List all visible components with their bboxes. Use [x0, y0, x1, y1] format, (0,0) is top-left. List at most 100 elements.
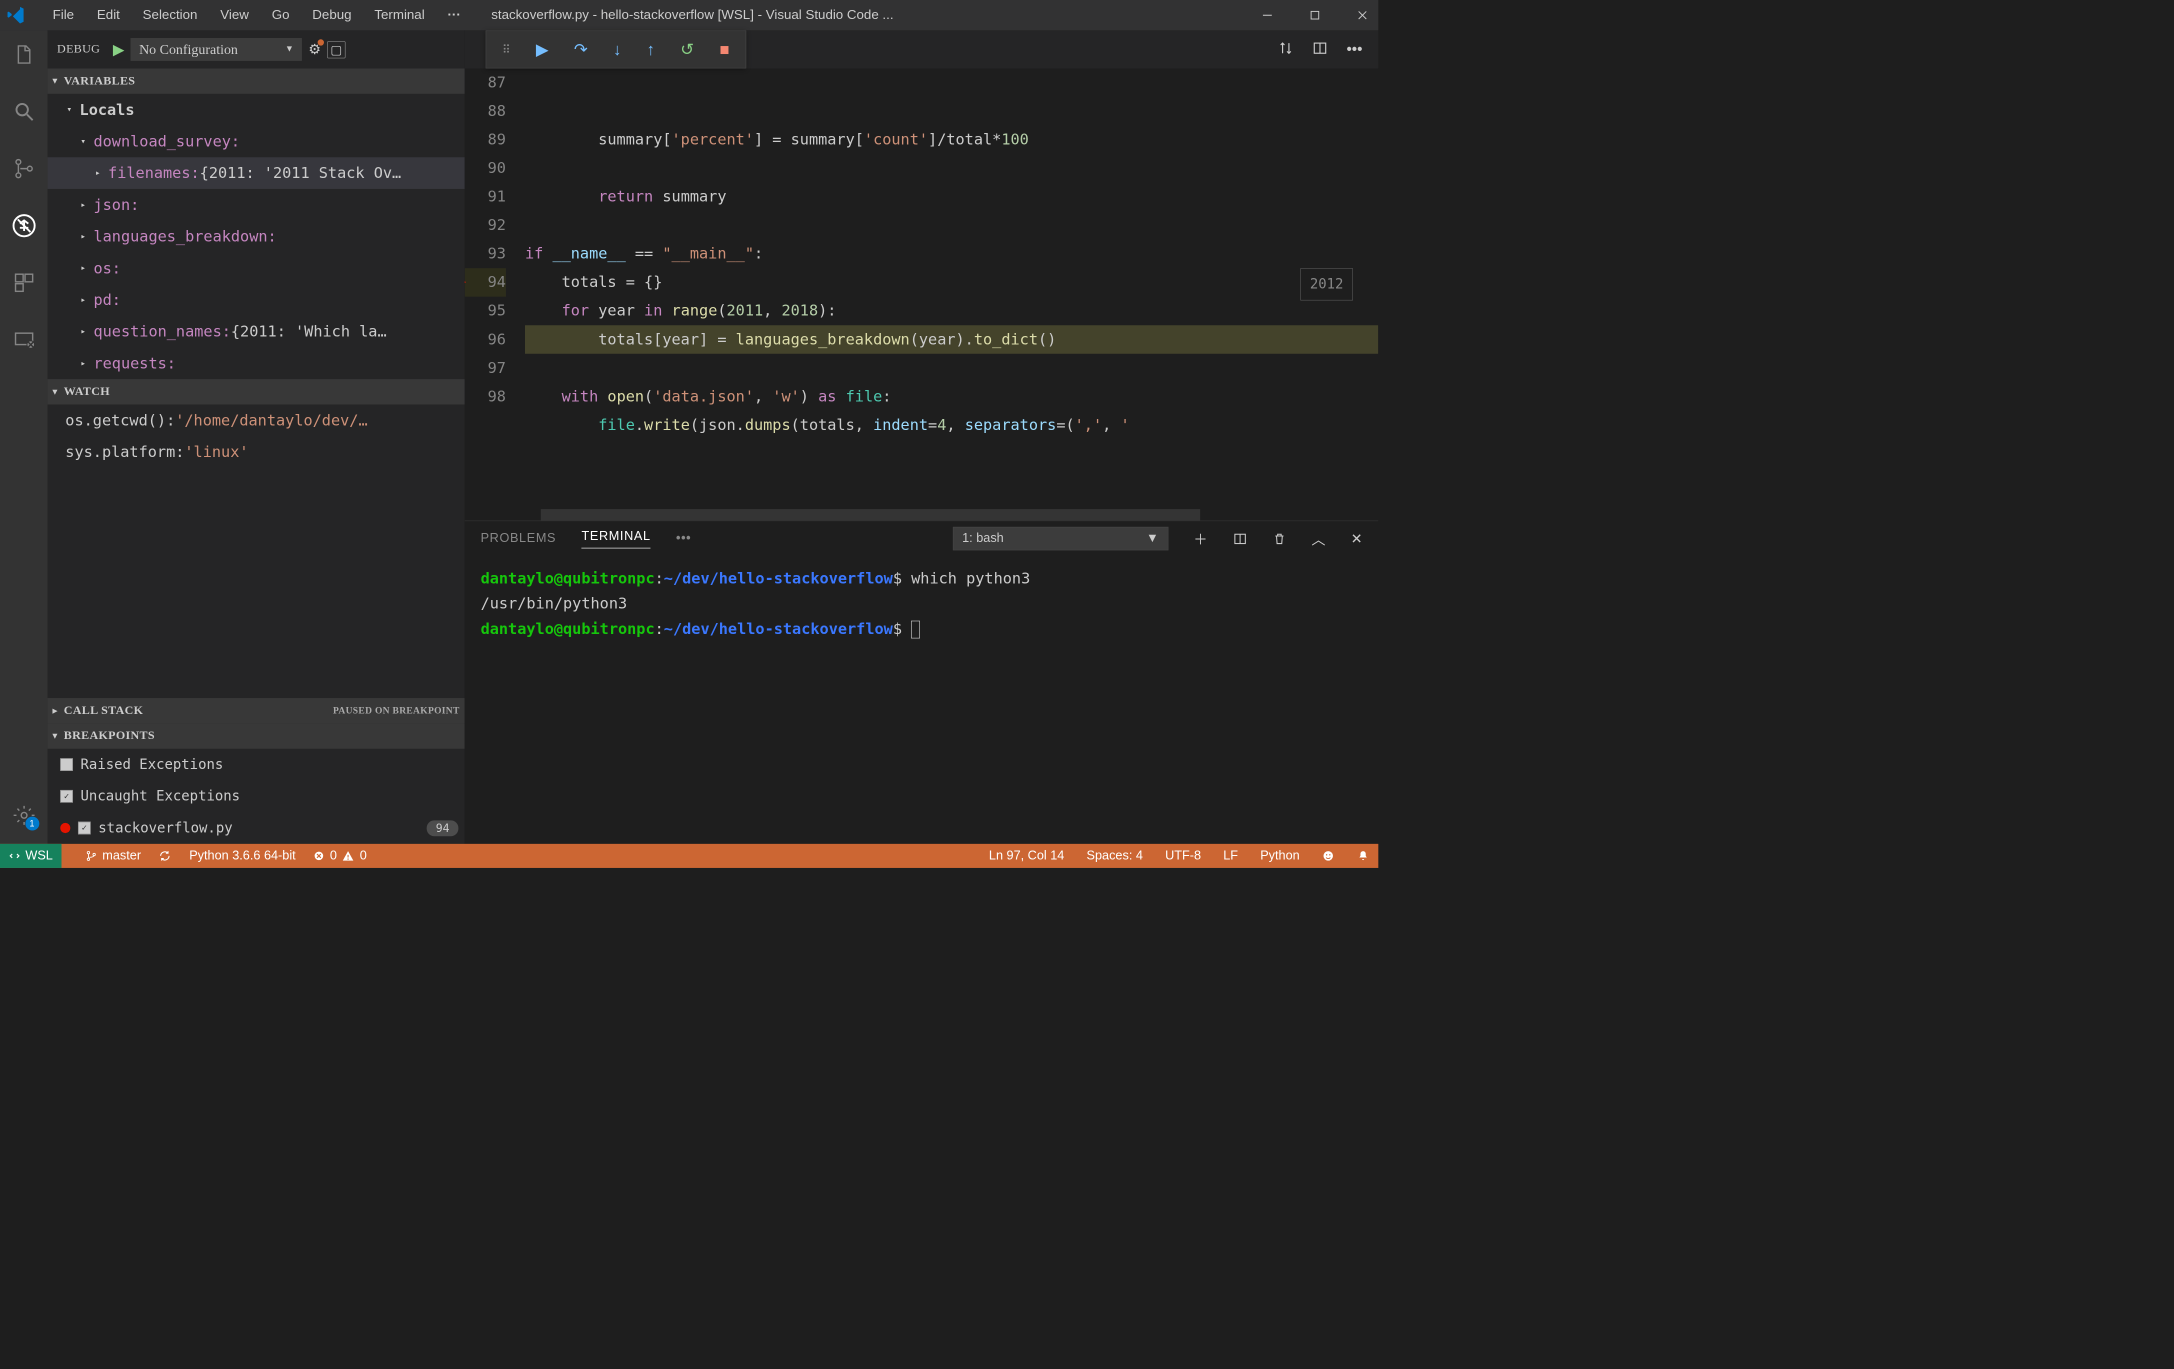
debug-config-select[interactable]: No Configuration ▼	[131, 38, 302, 61]
variable-row[interactable]: ▸requests:	[48, 347, 465, 379]
breakpoint-row[interactable]: Raised Exceptions	[48, 749, 465, 781]
breakpoints-section-header[interactable]: ▾BREAKPOINTS	[48, 723, 465, 748]
restart-icon[interactable]: ↺	[680, 40, 694, 60]
vscode-logo-icon	[6, 6, 25, 25]
sync-status-icon[interactable]	[159, 850, 172, 863]
settings-badge: 1	[25, 817, 39, 831]
indentation-status[interactable]: Spaces: 4	[1087, 849, 1143, 864]
debug-console-icon[interactable]: ▢	[327, 41, 345, 58]
watch-label: WATCH	[64, 385, 110, 399]
panel-tab-overflow-icon[interactable]: •••	[676, 531, 691, 546]
menu-file[interactable]: File	[41, 5, 85, 25]
git-branch-label: master	[102, 849, 141, 864]
git-branch-status[interactable]: master	[86, 849, 141, 864]
step-out-icon[interactable]: ↑	[647, 40, 655, 60]
debug-label: DEBUG	[57, 42, 100, 56]
debug-header: DEBUG ▶ No Configuration ▼ ⚙ ▢	[48, 30, 465, 68]
remote-wsl-status[interactable]: WSL	[0, 844, 62, 868]
editor-more-icon[interactable]: •••	[1346, 41, 1362, 59]
breakpoint-checkbox[interactable]	[60, 758, 73, 771]
editor-actions: •••	[1278, 41, 1378, 59]
terminal-select[interactable]: 1: bash▼	[953, 527, 1169, 550]
panel-tab-problems[interactable]: PROBLEMS	[481, 531, 557, 546]
menu-debug[interactable]: Debug	[301, 5, 363, 25]
kill-terminal-icon[interactable]	[1272, 532, 1286, 546]
terminal-content[interactable]: dantaylo@qubitronpc:~/dev/hello-stackove…	[465, 556, 1379, 844]
activity-bar: 1	[0, 30, 48, 843]
variables-label: VARIABLES	[64, 74, 136, 88]
panel-tab-terminal[interactable]: TERMINAL	[581, 529, 650, 548]
notifications-bell-icon[interactable]	[1357, 850, 1370, 863]
menu-selection[interactable]: Selection	[131, 5, 209, 25]
start-debugging-icon[interactable]: ▶	[113, 40, 125, 58]
callstack-section-header[interactable]: ▸CALL STACKPAUSED ON BREAKPOINT	[48, 698, 465, 723]
breakpoint-checkbox[interactable]	[60, 790, 73, 803]
search-icon[interactable]	[11, 99, 36, 124]
menu-overflow-icon[interactable]: ···	[436, 5, 472, 25]
window-title: stackoverflow.py - hello-stackoverflow […	[491, 8, 1258, 23]
variable-row[interactable]: ▾download_survey:	[48, 126, 465, 158]
maximize-panel-icon[interactable]: ︿	[1311, 528, 1325, 548]
watch-expression[interactable]: sys.platform: 'linux'	[48, 436, 465, 468]
encoding-status[interactable]: UTF-8	[1165, 849, 1201, 864]
problems-status[interactable]: 0 0	[313, 849, 366, 864]
breakpoint-dot-icon	[60, 823, 70, 833]
terminal-select-value: 1: bash	[962, 531, 1004, 546]
debug-toolbar[interactable]: ⠿ ▶ ↷ ↓ ↑ ↺ ■	[486, 30, 746, 68]
variable-row[interactable]: ▸question_names: {2011: 'Which la…	[48, 316, 465, 348]
variable-row[interactable]: ▸os:	[48, 252, 465, 284]
editor[interactable]: 878889909192939495969798 summary['percen…	[465, 68, 1379, 520]
variable-row[interactable]: ▸filenames: {2011: '2011 Stack Ov…	[48, 157, 465, 189]
editor-group: ⠿ ▶ ↷ ↓ ↑ ↺ ■ py ✕ •••	[465, 30, 1379, 843]
toolbar-grip-icon[interactable]: ⠿	[502, 43, 510, 56]
close-panel-icon[interactable]: ✕	[1351, 530, 1363, 546]
variable-row[interactable]: ▸pd:	[48, 284, 465, 316]
cursor-position-status[interactable]: Ln 97, Col 14	[989, 849, 1064, 864]
extensions-icon[interactable]	[11, 270, 36, 295]
split-terminal-icon[interactable]	[1233, 532, 1247, 546]
minimize-icon[interactable]	[1258, 6, 1277, 25]
step-over-icon[interactable]: ↷	[574, 40, 588, 60]
body: 1 DEBUG ▶ No Configuration ▼ ⚙ ▢ ▾VARIAB…	[0, 30, 1378, 843]
continue-icon[interactable]: ▶	[536, 40, 549, 60]
explorer-icon[interactable]	[11, 42, 36, 67]
debug-config-gear-icon[interactable]: ⚙	[308, 41, 321, 57]
compare-changes-icon[interactable]	[1278, 41, 1293, 59]
variables-section: ▾Locals ▾download_survey: ▸filenames: {2…	[48, 94, 465, 379]
line-number-gutter[interactable]: 878889909192939495969798	[465, 68, 525, 520]
remote-explorer-icon[interactable]	[11, 327, 36, 352]
breakpoint-row[interactable]: stackoverflow.py94	[48, 812, 465, 844]
watch-expression[interactable]: os.getcwd(): '/home/dantaylo/dev/…	[48, 404, 465, 436]
config-dirty-dot-icon	[318, 39, 324, 45]
close-icon[interactable]	[1353, 6, 1372, 25]
new-terminal-icon[interactable]: ＋	[1194, 528, 1208, 548]
code-content[interactable]: summary['percent'] = summary['count']/to…	[525, 68, 1378, 520]
breakpoint-checkbox[interactable]	[78, 822, 91, 835]
menu-go[interactable]: Go	[260, 5, 301, 25]
menu-edit[interactable]: Edit	[85, 5, 131, 25]
variable-row[interactable]: ▸json:	[48, 189, 465, 221]
step-into-icon[interactable]: ↓	[613, 40, 621, 60]
source-control-icon[interactable]	[11, 156, 36, 181]
variables-section-header[interactable]: ▾VARIABLES	[48, 68, 465, 93]
python-interpreter-status[interactable]: Python 3.6.6 64-bit	[189, 849, 295, 864]
errors-count: 0	[330, 849, 337, 864]
menu-terminal[interactable]: Terminal	[363, 5, 436, 25]
eol-status[interactable]: LF	[1223, 849, 1238, 864]
settings-gear-icon[interactable]: 1	[11, 803, 36, 828]
stop-icon[interactable]: ■	[719, 40, 729, 60]
debug-icon[interactable]	[11, 213, 36, 238]
horizontal-scrollbar[interactable]	[541, 509, 1200, 520]
maximize-icon[interactable]	[1305, 6, 1324, 25]
locals-label: Locals	[80, 101, 135, 119]
breakpoint-row[interactable]: Uncaught Exceptions	[48, 780, 465, 812]
language-mode-status[interactable]: Python	[1260, 849, 1299, 864]
editor-tabs: ⠿ ▶ ↷ ↓ ↑ ↺ ■ py ✕ •••	[465, 30, 1379, 68]
menu-view[interactable]: View	[209, 5, 260, 25]
scope-locals[interactable]: ▾Locals	[48, 94, 465, 126]
split-editor-icon[interactable]	[1312, 41, 1327, 59]
variable-row[interactable]: ▸languages_breakdown:	[48, 221, 465, 253]
watch-section-header[interactable]: ▾WATCH	[48, 379, 465, 404]
callstack-label: CALL STACK	[64, 704, 144, 718]
feedback-smiley-icon[interactable]	[1322, 850, 1335, 863]
